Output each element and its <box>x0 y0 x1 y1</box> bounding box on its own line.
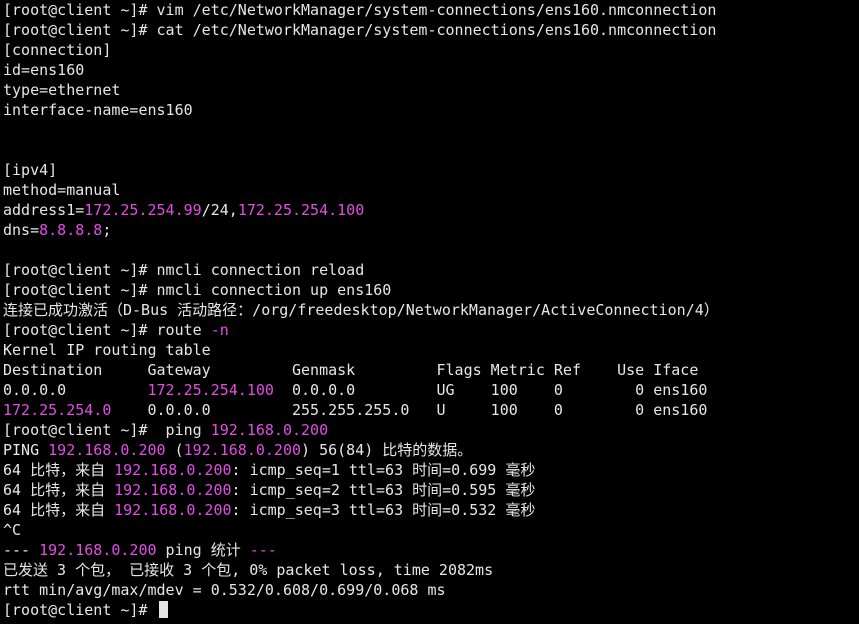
terminal-line: [ipv4] <box>3 160 859 180</box>
terminal-text: address1= <box>3 201 85 219</box>
terminal-text: : icmp_seq=2 ttl=63 时间=0.595 毫秒 <box>231 481 536 499</box>
terminal-line: [root@client ~]# <box>3 600 859 620</box>
terminal-text: ) 56(84) 比特的数据。 <box>301 441 473 459</box>
terminal-line: [root@client ~]# vim /etc/NetworkManager… <box>3 0 859 20</box>
terminal-line: address1=172.25.254.99/24,172.25.254.100 <box>3 200 859 220</box>
terminal-text: [root@client ~]# nmcli connection reload <box>3 261 365 279</box>
terminal-text: ping 统计 <box>156 541 250 559</box>
terminal-text: : icmp_seq=1 ttl=63 时间=0.699 毫秒 <box>231 461 536 479</box>
highlighted-text: 192.168.0.200 <box>39 541 157 559</box>
highlighted-text: 192.168.0.200 <box>114 501 232 519</box>
terminal-line: [connection] <box>3 40 859 60</box>
terminal-line: [root@client ~]# nmcli connection reload <box>3 260 859 280</box>
terminal-line: interface-name=ens160 <box>3 100 859 120</box>
terminal-line: 已发送 3 个包， 已接收 3 个包, 0% packet loss, time… <box>3 560 859 580</box>
terminal-line: [root@client ~]# nmcli connection up ens… <box>3 280 859 300</box>
text-cursor <box>158 601 168 618</box>
highlighted-text: 172.25.254.0 <box>3 401 112 419</box>
terminal-line: 64 比特，来自 192.168.0.200: icmp_seq=3 ttl=6… <box>3 500 859 520</box>
terminal-line: type=ethernet <box>3 80 859 100</box>
terminal-line: rtt min/avg/max/mdev = 0.532/0.608/0.699… <box>3 580 859 600</box>
terminal-text: [root@client ~]# route <box>3 321 211 339</box>
terminal-line: Destination Gateway Genmask Flags Metric… <box>3 360 859 380</box>
terminal-text: rtt min/avg/max/mdev = 0.532/0.608/0.699… <box>3 581 446 599</box>
highlighted-text: 192.168.0.200 <box>210 421 329 439</box>
terminal-text: method=manual <box>3 181 121 199</box>
terminal-line: Kernel IP routing table <box>3 340 859 360</box>
terminal-text: interface-name=ens160 <box>3 101 193 119</box>
terminal-line: 64 比特，来自 192.168.0.200: icmp_seq=2 ttl=6… <box>3 480 859 500</box>
terminal-text: dns= <box>3 221 40 239</box>
terminal-line: PING 192.168.0.200 (192.168.0.200) 56(84… <box>3 440 859 460</box>
terminal-text: [connection] <box>3 41 112 59</box>
highlighted-text: 192.168.0.200 <box>114 461 232 479</box>
highlighted-text: 192.168.0.200 <box>183 441 302 459</box>
highlighted-text: 172.25.254.100 <box>147 381 274 399</box>
terminal-text: 已发送 3 个包， 已接收 3 个包, 0% packet loss, time… <box>3 561 494 579</box>
terminal-text: Destination Gateway Genmask Flags Metric… <box>3 361 699 379</box>
highlighted-text: 192.168.0.200 <box>48 441 166 459</box>
terminal-line: 172.25.254.0 0.0.0.0 255.255.255.0 U 100… <box>3 400 859 420</box>
terminal-text: [root@client ~]# vim /etc/NetworkManager… <box>3 1 717 19</box>
terminal-line: dns=8.8.8.8; <box>3 220 859 240</box>
terminal-text: ^C <box>3 521 22 539</box>
terminal-line: [root@client ~]# ping 192.168.0.200 <box>3 420 859 440</box>
terminal-text: id=ens160 <box>3 61 85 79</box>
terminal-text: Kernel IP routing table <box>3 341 211 359</box>
terminal-text: : icmp_seq=3 ttl=63 时间=0.532 毫秒 <box>231 501 536 519</box>
terminal-line: 64 比特，来自 192.168.0.200: icmp_seq=1 ttl=6… <box>3 460 859 480</box>
terminal-text: 64 比特，来自 <box>3 461 115 479</box>
terminal-text: [root@client ~]# nmcli connection up ens… <box>3 281 392 299</box>
terminal-text: [root@client ~]# ping <box>3 421 211 439</box>
terminal-text: 0.0.0.0 255.255.255.0 U 100 0 0 ens160 <box>111 401 708 419</box>
terminal-text: ; <box>102 221 112 239</box>
terminal-line: 连接已成功激活（D-Bus 活动路径：/org/freedesktop/Netw… <box>3 300 859 320</box>
terminal-text: 64 比特，来自 <box>3 501 115 519</box>
terminal-line: method=manual <box>3 180 859 200</box>
highlighted-text: --- <box>249 541 277 559</box>
terminal-line: id=ens160 <box>3 60 859 80</box>
terminal-text: /24, <box>201 201 238 219</box>
highlighted-text: 172.25.254.100 <box>237 201 365 219</box>
terminal-text: type=ethernet <box>3 81 121 99</box>
terminal-line: --- 192.168.0.200 ping 统计 --- <box>3 540 859 560</box>
terminal-text: --- <box>3 541 40 559</box>
terminal-text: 0.0.0.0 UG 100 0 0 ens160 <box>273 381 708 399</box>
terminal-text: [ipv4] <box>3 161 58 179</box>
terminal-text: 64 比特，来自 <box>3 481 115 499</box>
highlighted-text: 8.8.8.8 <box>39 221 103 239</box>
highlighted-text: 192.168.0.200 <box>114 481 232 499</box>
terminal-text: ( <box>165 441 184 459</box>
highlighted-text: -n <box>210 321 229 339</box>
terminal-line: ^C <box>3 520 859 540</box>
terminal-text: [root@client ~]# <box>3 601 157 619</box>
terminal-text: [root@client ~]# cat /etc/NetworkManager… <box>3 21 717 39</box>
terminal-line: [root@client ~]# cat /etc/NetworkManager… <box>3 20 859 40</box>
terminal-line: 0.0.0.0 172.25.254.100 0.0.0.0 UG 100 0 … <box>3 380 859 400</box>
terminal-text: 0.0.0.0 <box>3 381 148 399</box>
terminal-text: 连接已成功激活（D-Bus 活动路径：/org/freedesktop/Netw… <box>3 301 719 319</box>
terminal-text: PING <box>3 441 49 459</box>
highlighted-text: 172.25.254.99 <box>84 201 202 219</box>
terminal-window[interactable]: [root@client ~]# vim /etc/NetworkManager… <box>0 0 859 624</box>
terminal-line: [root@client ~]# route -n <box>3 320 859 340</box>
